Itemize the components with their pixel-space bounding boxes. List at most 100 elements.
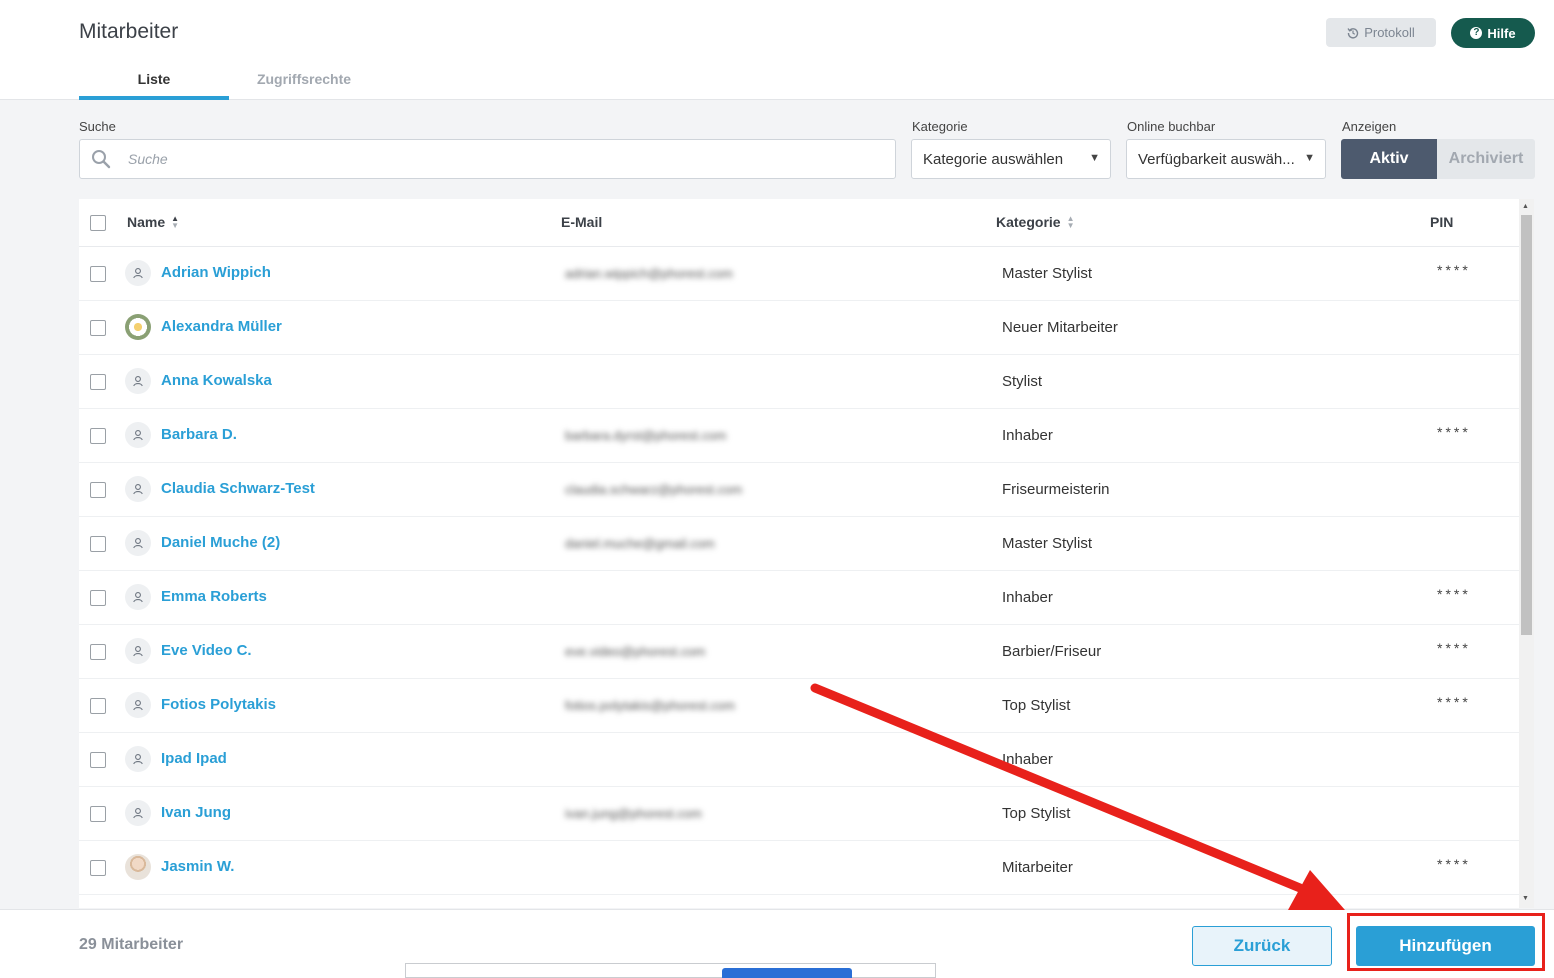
toggle-archiviert-button[interactable]: Archiviert: [1437, 139, 1535, 179]
avatar: [125, 476, 151, 502]
employee-name-link[interactable]: Ivan Jung: [161, 804, 231, 821]
question-icon: ?: [1470, 27, 1483, 39]
sort-icon: ▲ ▼: [1066, 214, 1075, 230]
user-icon: [133, 430, 143, 441]
employee-email: fotios.polytakis@phorest.com: [565, 698, 735, 713]
employee-kategorie: Mitarbeiter: [1002, 859, 1073, 876]
table-row[interactable]: Ipad Ipad Inhaber: [79, 733, 1519, 787]
table-row[interactable]: Daniel Muche (2) daniel.muche@gmail.com …: [79, 517, 1519, 571]
employee-email: ivan.jung@phorest.com: [565, 806, 702, 821]
tab-zugriffsrechte[interactable]: Zugriffsrechte: [229, 60, 379, 100]
tab-liste[interactable]: Liste: [79, 60, 229, 100]
row-checkbox[interactable]: [90, 590, 106, 606]
chevron-down-icon: ▼: [1304, 152, 1315, 164]
protokoll-label: Protokoll: [1364, 25, 1415, 40]
avatar: [125, 260, 151, 286]
user-icon: [133, 538, 143, 549]
overlay-panel-button-edge: [722, 968, 852, 978]
hilfe-button[interactable]: ? Hilfe: [1451, 18, 1535, 48]
employee-name-link[interactable]: Fotios Polytakis: [161, 696, 276, 713]
employee-pin: ****: [1437, 262, 1471, 278]
table-row[interactable]: Barbara D. barbara.dyrst@phorest.com Inh…: [79, 409, 1519, 463]
employee-pin: ****: [1437, 640, 1471, 656]
search-field[interactable]: [79, 139, 896, 179]
table-row[interactable]: Ivan Jung ivan.jung@phorest.com Top Styl…: [79, 787, 1519, 841]
row-checkbox[interactable]: [90, 698, 106, 714]
employee-name-link[interactable]: Barbara D.: [161, 426, 237, 443]
employee-name-link[interactable]: Jasmin W.: [161, 858, 234, 875]
scroll-up-icon[interactable]: ▲: [1522, 203, 1529, 210]
user-icon: [133, 700, 143, 711]
employee-name-link[interactable]: Anna Kowalska: [161, 372, 272, 389]
employee-name-link[interactable]: Daniel Muche (2): [161, 534, 280, 551]
row-checkbox[interactable]: [90, 428, 106, 444]
user-icon: [133, 592, 143, 603]
table-header: Name ▲ ▼ E-Mail Kategorie ▲ ▼ PIN: [79, 199, 1519, 247]
online-buchbar-select[interactable]: Verfügbarkeit auswäh... ▼: [1126, 139, 1326, 179]
avatar-photo: [125, 314, 151, 340]
employee-name-link[interactable]: Emma Roberts: [161, 588, 267, 605]
column-header-kategorie-label: Kategorie: [996, 214, 1061, 230]
table-row[interactable]: Fotios Polytakis fotios.polytakis@phores…: [79, 679, 1519, 733]
top-bar: Mitarbeiter Protokoll ? Hilfe Liste Zugr…: [0, 0, 1554, 100]
employee-email: claudia.schwarz@phorest.com: [565, 482, 743, 497]
column-header-name[interactable]: Name ▲ ▼: [127, 214, 179, 230]
employee-pin: ****: [1437, 856, 1471, 872]
avatar: [125, 800, 151, 826]
history-icon: [1347, 27, 1359, 39]
sort-icon: ▲ ▼: [171, 214, 180, 230]
page-title: Mitarbeiter: [79, 20, 179, 43]
column-header-email: E-Mail: [561, 214, 602, 230]
search-input[interactable]: [128, 148, 868, 170]
row-checkbox[interactable]: [90, 806, 106, 822]
employee-kategorie: Top Stylist: [1002, 697, 1071, 714]
avatar: [125, 638, 151, 664]
table-row[interactable]: Anna Kowalska Stylist: [79, 355, 1519, 409]
avatar: [125, 746, 151, 772]
row-checkbox[interactable]: [90, 374, 106, 390]
row-checkbox[interactable]: [90, 266, 106, 282]
employee-kategorie: Neuer Mitarbeiter: [1002, 319, 1118, 336]
employee-name-link[interactable]: Eve Video C.: [161, 642, 252, 659]
select-all-checkbox[interactable]: [90, 215, 106, 231]
row-checkbox[interactable]: [90, 536, 106, 552]
zurueck-button[interactable]: Zurück: [1192, 926, 1332, 966]
employee-kategorie: Inhaber: [1002, 589, 1053, 606]
employee-name-link[interactable]: Alexandra Müller: [161, 318, 282, 335]
employee-pin: ****: [1437, 424, 1471, 440]
column-header-email-label: E-Mail: [561, 214, 603, 230]
scrollbar-thumb[interactable]: [1521, 215, 1532, 635]
table-row[interactable]: Jasmin W. Mitarbeiter ****: [79, 841, 1519, 895]
column-header-kategorie[interactable]: Kategorie ▲ ▼: [996, 214, 1075, 230]
table-row[interactable]: Alexandra Müller Neuer Mitarbeiter: [79, 301, 1519, 355]
employee-name-link[interactable]: Ipad Ipad: [161, 750, 227, 767]
employee-email: barbara.dyrst@phorest.com: [565, 428, 727, 443]
row-checkbox[interactable]: [90, 320, 106, 336]
avatar-photo: [125, 854, 151, 880]
toggle-aktiv-button[interactable]: Aktiv: [1341, 139, 1437, 179]
overlay-panel-edge: [405, 963, 936, 978]
avatar: [125, 422, 151, 448]
column-header-name-label: Name: [127, 214, 166, 230]
employee-kategorie: Stylist: [1002, 373, 1043, 390]
annotation-highlight-box: [1347, 913, 1545, 971]
hilfe-label: Hilfe: [1487, 25, 1516, 41]
table-row[interactable]: Claudia Schwarz-Test claudia.schwarz@pho…: [79, 463, 1519, 517]
employee-name-link[interactable]: Adrian Wippich: [161, 264, 271, 281]
employee-kategorie: Friseurmeisterin: [1002, 481, 1110, 498]
employee-pin: ****: [1437, 586, 1471, 602]
scroll-down-icon[interactable]: ▼: [1522, 895, 1529, 902]
row-checkbox[interactable]: [90, 644, 106, 660]
employee-kategorie: Inhaber: [1002, 427, 1053, 444]
kategorie-select[interactable]: Kategorie auswählen ▼: [911, 139, 1111, 179]
table-row[interactable]: Emma Roberts Inhaber ****: [79, 571, 1519, 625]
employee-email: eve.video@phorest.com: [565, 644, 706, 659]
column-header-pin: PIN: [1430, 214, 1453, 230]
employee-name-link[interactable]: Claudia Schwarz-Test: [161, 480, 315, 497]
row-checkbox[interactable]: [90, 752, 106, 768]
table-row[interactable]: Eve Video C. eve.video@phorest.com Barbi…: [79, 625, 1519, 679]
protokoll-button[interactable]: Protokoll: [1326, 18, 1436, 47]
row-checkbox[interactable]: [90, 860, 106, 876]
row-checkbox[interactable]: [90, 482, 106, 498]
table-row[interactable]: Adrian Wippich adrian.wippich@phorest.co…: [79, 247, 1519, 301]
